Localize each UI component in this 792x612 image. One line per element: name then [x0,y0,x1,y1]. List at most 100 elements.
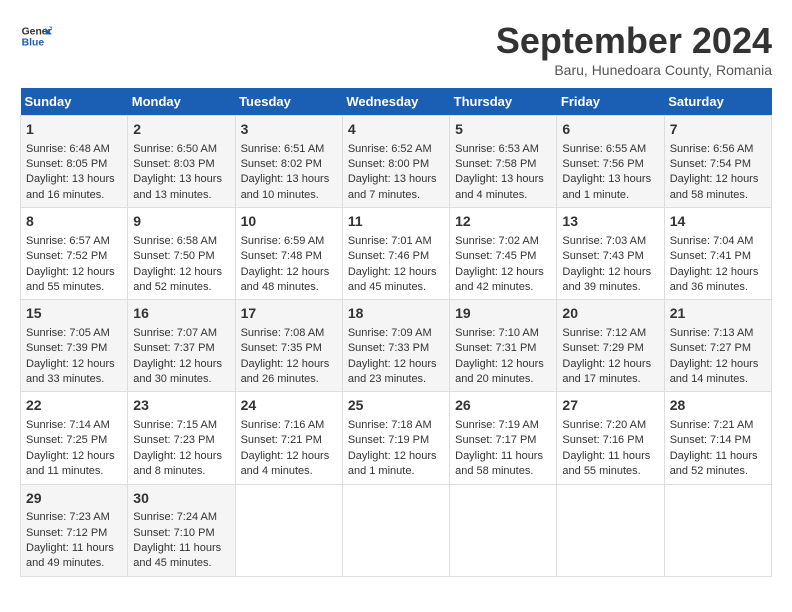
day-info: Sunrise: 7:05 AM [26,326,122,341]
calendar-cell: 30Sunrise: 7:24 AMSunset: 7:10 PMDayligh… [128,484,235,576]
calendar-cell: 4Sunrise: 6:52 AMSunset: 8:00 PMDaylight… [342,116,449,208]
location-subtitle: Baru, Hunedoara County, Romania [496,62,772,78]
day-info: Daylight: 13 hours and 10 minutes. [241,172,337,203]
day-number: 20 [562,304,658,324]
day-number: 1 [26,120,122,140]
day-info: Daylight: 13 hours and 4 minutes. [455,172,551,203]
day-info: Sunrise: 7:02 AM [455,234,551,249]
day-number: 29 [26,489,122,509]
day-number: 15 [26,304,122,324]
day-info: Sunset: 7:12 PM [26,526,122,541]
day-number: 3 [241,120,337,140]
col-header-monday: Monday [128,88,235,116]
day-info: Sunset: 7:35 PM [241,341,337,356]
calendar-cell: 1Sunrise: 6:48 AMSunset: 8:05 PMDaylight… [21,116,128,208]
col-header-friday: Friday [557,88,664,116]
day-info: Daylight: 12 hours and 45 minutes. [348,265,444,296]
day-number: 17 [241,304,337,324]
calendar-cell: 10 Sunrise: 6:59 AMSunset: 7:48 PMDayligh… [235,208,342,300]
day-info: Sunset: 7:48 PM [241,249,337,264]
day-info: Sunset: 7:25 PM [26,433,122,448]
calendar-cell: 9Sunrise: 6:58 AMSunset: 7:50 PMDaylight… [128,208,235,300]
calendar-cell: 26Sunrise: 7:19 AMSunset: 7:17 PMDayligh… [450,392,557,484]
col-header-tuesday: Tuesday [235,88,342,116]
col-header-thursday: Thursday [450,88,557,116]
week-row-4: 22Sunrise: 7:14 AMSunset: 7:25 PMDayligh… [21,392,772,484]
calendar-cell: 19Sunrise: 7:10 AMSunset: 7:31 PMDayligh… [450,300,557,392]
calendar-cell [557,484,664,576]
day-info: Sunrise: 7:24 AM [133,510,229,525]
day-info: Daylight: 12 hours and 30 minutes. [133,357,229,388]
col-header-sunday: Sunday [21,88,128,116]
day-number: 27 [562,396,658,416]
week-row-5: 29Sunrise: 7:23 AMSunset: 7:12 PMDayligh… [21,484,772,576]
day-info: Sunrise: 7:13 AM [670,326,766,341]
week-row-1: 1Sunrise: 6:48 AMSunset: 8:05 PMDaylight… [21,116,772,208]
day-info: Sunset: 7:19 PM [348,433,444,448]
day-info: Sunset: 7:54 PM [670,157,766,172]
day-number: 9 [133,212,229,232]
day-info: Sunrise: 7:18 AM [348,418,444,433]
calendar-cell: 21Sunrise: 7:13 AMSunset: 7:27 PMDayligh… [664,300,771,392]
calendar-cell: 3 Sunrise: 6:51 AMSunset: 8:02 PMDaylight… [235,116,342,208]
day-number: 21 [670,304,766,324]
day-info: Sunset: 7:56 PM [562,157,658,172]
day-info: Sunrise: 6:57 AM [26,234,122,249]
calendar-cell [664,484,771,576]
day-info: Daylight: 12 hours and 11 minutes. [26,449,122,480]
day-info: Daylight: 11 hours and 49 minutes. [26,541,122,572]
day-info: Sunrise: 6:59 AM [241,234,337,249]
day-info: Daylight: 13 hours and 13 minutes. [133,172,229,203]
day-number: 7 [670,120,766,140]
calendar-cell: 8Sunrise: 6:57 AMSunset: 7:52 PMDaylight… [21,208,128,300]
day-info: Sunrise: 6:56 AM [670,142,766,157]
day-info: Daylight: 12 hours and 33 minutes. [26,357,122,388]
day-info: Sunset: 7:31 PM [455,341,551,356]
day-info: Sunrise: 7:21 AM [670,418,766,433]
day-info: Sunset: 7:10 PM [133,526,229,541]
day-info: Sunset: 7:16 PM [562,433,658,448]
day-info: Sunrise: 7:07 AM [133,326,229,341]
calendar-cell: 17Sunrise: 7:08 AMSunset: 7:35 PMDayligh… [235,300,342,392]
day-info: Sunset: 7:27 PM [670,341,766,356]
day-info: Sunrise: 6:51 AM [241,142,337,157]
day-info: Daylight: 12 hours and 26 minutes. [241,357,337,388]
calendar-cell: 7 Sunrise: 6:56 AMSunset: 7:54 PMDaylight… [664,116,771,208]
calendar-cell: 13Sunrise: 7:03 AMSunset: 7:43 PMDayligh… [557,208,664,300]
calendar-cell [235,484,342,576]
day-info: Sunrise: 7:09 AM [348,326,444,341]
calendar-cell: 15 Sunrise: 7:05 AMSunset: 7:39 PMDayligh… [21,300,128,392]
day-info: Daylight: 12 hours and 52 minutes. [133,265,229,296]
day-info: Sunrise: 6:50 AM [133,142,229,157]
day-number: 25 [348,396,444,416]
logo: General Blue [20,20,52,52]
day-info: Daylight: 11 hours and 55 minutes. [562,449,658,480]
day-info: Daylight: 12 hours and 39 minutes. [562,265,658,296]
day-number: 16 [133,304,229,324]
day-number: 10 [241,212,337,232]
day-info: Sunset: 8:03 PM [133,157,229,172]
day-info: Sunrise: 7:20 AM [562,418,658,433]
col-header-saturday: Saturday [664,88,771,116]
day-info: Daylight: 12 hours and 23 minutes. [348,357,444,388]
calendar-cell: 28Sunrise: 7:21 AMSunset: 7:14 PMDayligh… [664,392,771,484]
day-info: Sunrise: 7:15 AM [133,418,229,433]
svg-text:Blue: Blue [22,38,45,49]
day-info: Sunrise: 7:12 AM [562,326,658,341]
day-info: Sunset: 7:39 PM [26,341,122,356]
week-row-3: 15Sunrise: 7:05 AMSunset: 7:39 PMDayligh… [21,300,772,392]
calendar-cell: 22Sunrise: 7:14 AMSunset: 7:25 PMDayligh… [21,392,128,484]
calendar-cell: 29Sunrise: 7:23 AMSunset: 7:12 PMDayligh… [21,484,128,576]
calendar-cell: 27 Sunrise: 7:20 AMSunset: 7:16 PMDayligh… [557,392,664,484]
day-info: Daylight: 12 hours and 48 minutes. [241,265,337,296]
title-block: September 2024 Baru, Hunedoara County, R… [496,20,772,78]
day-info: Daylight: 12 hours and 1 minute. [348,449,444,480]
day-number: 22 [26,396,122,416]
day-number: 28 [670,396,766,416]
day-number: 30 [133,489,229,509]
day-info: Sunset: 8:02 PM [241,157,337,172]
day-info: Daylight: 12 hours and 42 minutes. [455,265,551,296]
day-info: Sunrise: 6:48 AM [26,142,122,157]
day-info: Daylight: 12 hours and 58 minutes. [670,172,766,203]
day-info: Sunrise: 6:55 AM [562,142,658,157]
